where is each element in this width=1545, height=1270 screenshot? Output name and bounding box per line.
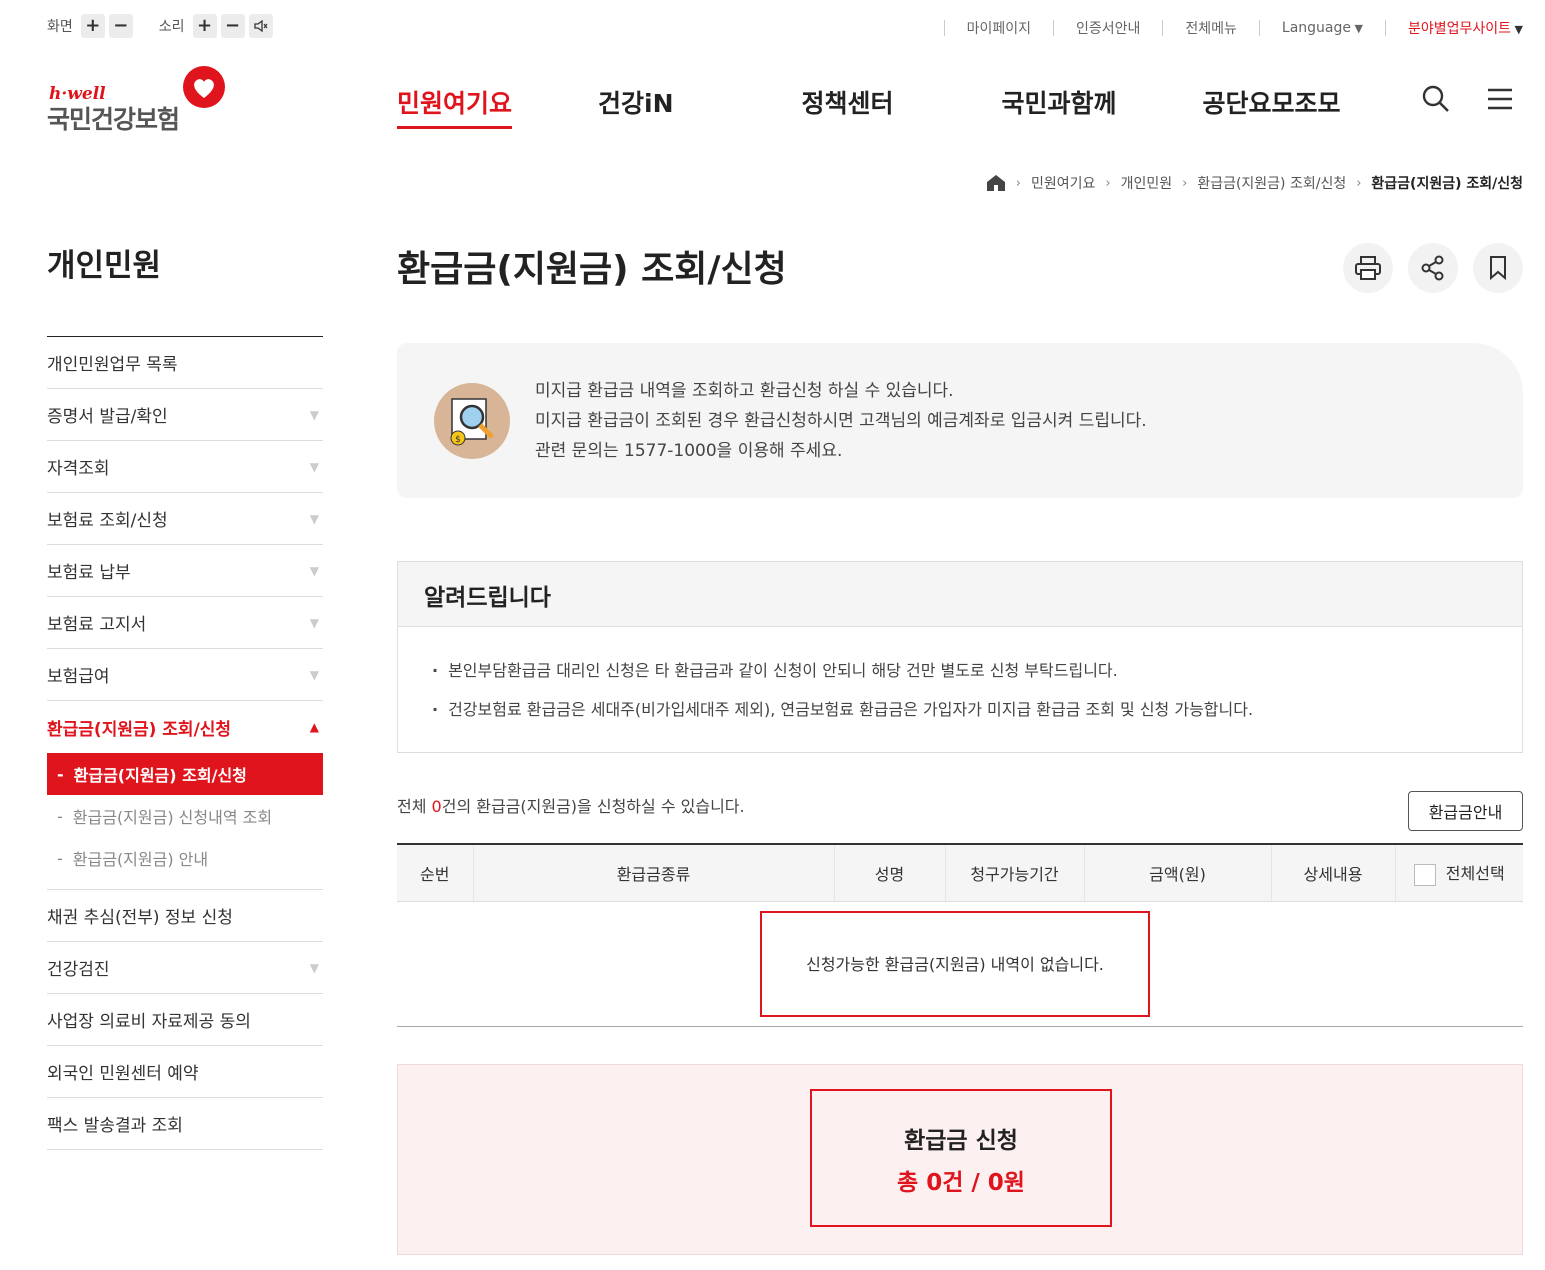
main-nav: 민원여기요 건강iN 정책센터 국민과함께 공단요모조모	[397, 84, 1341, 129]
apply-title: 환급금 신청	[904, 1128, 1018, 1154]
chevron-up-icon: ▲	[309, 720, 319, 734]
home-icon[interactable]	[986, 174, 1006, 192]
mypage-link[interactable]: 마이페이지	[967, 18, 1031, 38]
chevron-down-icon: ▼	[309, 459, 319, 474]
hamburger-menu-icon[interactable]	[1485, 84, 1515, 114]
chevron-down-icon: ▼	[309, 511, 319, 526]
all-menu-link[interactable]: 전체메뉴	[1185, 18, 1237, 38]
intro-line: 관련 문의는 1577-1000을 이용해 주세요.	[535, 441, 843, 461]
sidebar-item-list[interactable]: 개인민원업무 목록	[47, 337, 323, 389]
notice-box: 알려드립니다 본인부담환급금 대리인 신청은 타 환급금과 같이 신청이 안되니…	[397, 561, 1523, 753]
select-all-header: 전체선택	[1394, 843, 1523, 902]
breadcrumb-current: 환급금(지원금) 조회/신청	[1371, 176, 1523, 192]
chevron-down-icon: ▼	[309, 667, 319, 682]
sidebar-item-premium-payment[interactable]: 보험료 납부 ▼	[47, 545, 323, 597]
refund-count-text: 전체 0건의 환급금(지원금)을 신청하실 수 있습니다.	[397, 797, 745, 816]
sidebar: 개인민원 개인민원업무 목록 증명서 발급/확인 ▼ 자격조회 ▼ 보험료 조회/신…	[47, 240, 323, 1150]
select-all-checkbox[interactable]	[1413, 863, 1436, 886]
breadcrumb-item[interactable]: 환급금(지원금) 조회/신청	[1197, 173, 1346, 193]
screen-zoom-label: 화면	[47, 19, 73, 35]
print-button[interactable]	[1343, 243, 1393, 293]
sidebar-item-debt-collection[interactable]: 채권 추심(전부) 정보 신청	[47, 890, 323, 942]
apply-summary-box: 환급금 신청 총 0건 / 0원	[397, 1064, 1523, 1255]
sidebar-sub-refund-history[interactable]: - 환급금(지원금) 신청내역 조회	[47, 795, 323, 837]
sidebar-item-foreigner-reservation[interactable]: 외국인 민원센터 예약	[47, 1046, 323, 1098]
sidebar-item-certificates[interactable]: 증명서 발급/확인 ▼	[47, 389, 323, 441]
chevron-down-icon: ▼	[309, 563, 319, 578]
notice-title: 알려드립니다	[398, 562, 1522, 627]
chevron-right-icon: ›	[1105, 175, 1111, 191]
sound-group: 소리 + −	[159, 14, 277, 38]
apply-total: 총 0건 / 0원	[897, 1170, 1025, 1196]
screen-zoom-in-button[interactable]: +	[80, 14, 105, 38]
bookmark-icon	[1490, 256, 1506, 281]
print-icon	[1355, 256, 1381, 280]
intro-box: $ 미지급 환급금 내역을 조회하고 환급신청 하실 수 있습니다. 미지급 환…	[397, 343, 1523, 498]
screen-zoom-out-button[interactable]: −	[108, 14, 133, 38]
volume-up-button[interactable]: +	[192, 14, 217, 38]
chevron-right-icon: ›	[1356, 175, 1362, 191]
empty-row: 신청가능한 환급금(지원금) 내역이 없습니다.	[397, 901, 1523, 1027]
utility-bar: 화면 + − 소리 + − 마이페이지 인증서안내 전체메뉴 Language …	[47, 14, 1523, 44]
intro-line: 미지급 환급금이 조회된 경우 환급신청하시면 고객님의 예금계좌로 입금시켜 …	[535, 411, 1147, 431]
sidebar-item-fax-result[interactable]: 팩스 발송결과 조회	[47, 1098, 323, 1150]
breadcrumb-item[interactable]: 민원여기요	[1031, 173, 1095, 193]
sidebar-title: 개인민원	[47, 240, 323, 337]
nav-item-nhis-info[interactable]: 공단요모조모	[1203, 84, 1341, 129]
sidebar-item-eligibility[interactable]: 자격조회 ▼	[47, 441, 323, 493]
sidebar-item-benefits[interactable]: 보험급여 ▼	[47, 649, 323, 701]
chevron-right-icon: ›	[1182, 175, 1188, 191]
nav-item-health-in[interactable]: 건강iN	[598, 84, 674, 129]
chevron-down-icon: ▼	[309, 960, 319, 975]
chevron-right-icon: ›	[1015, 175, 1021, 191]
column-header: 금액(원)	[1083, 843, 1271, 902]
column-header: 환급금종류	[472, 843, 834, 902]
apply-button[interactable]: 환급금 신청 총 0건 / 0원	[810, 1089, 1112, 1227]
nav-item-policy-center[interactable]: 정책센터	[802, 84, 894, 129]
sidebar-sub-refund-guide[interactable]: - 환급금(지원금) 안내	[47, 837, 323, 879]
breadcrumb: › 민원여기요 › 개인민원 › 환급금(지원금) 조회/신청 › 환급금(지원…	[986, 173, 1523, 193]
refund-count: 0	[431, 797, 442, 816]
sidebar-item-medical-data-consent[interactable]: 사업장 의료비 자료제공 동의	[47, 994, 323, 1046]
volume-down-button[interactable]: −	[220, 14, 245, 38]
empty-message: 신청가능한 환급금(지원금) 내역이 없습니다.	[760, 910, 1150, 1017]
search-icon[interactable]	[1421, 84, 1451, 114]
column-header: 순번	[397, 843, 473, 902]
heart-logo-icon	[183, 66, 225, 108]
language-dropdown[interactable]: Language	[1282, 20, 1363, 36]
logo-name-text: 국민건강보험	[47, 105, 180, 134]
chevron-down-icon: ▼	[309, 615, 319, 630]
svg-text:$: $	[455, 435, 461, 445]
refund-search-icon: $	[434, 383, 510, 459]
sidebar-item-refund[interactable]: 환급금(지원금) 조회/신청 ▲	[47, 701, 323, 753]
nav-item-minwon[interactable]: 민원여기요	[397, 84, 513, 129]
refund-guide-button[interactable]: 환급금안내	[1408, 791, 1523, 831]
nhis-logo[interactable]: h·well 국민건강보험	[47, 66, 237, 134]
intro-line: 미지급 환급금 내역을 조회하고 환급신청 하실 수 있습니다.	[535, 381, 954, 401]
main-content: 환급금(지원금) 조회/신청 $ 미지급 환급금 내역을 조회하고 환급신청 하…	[397, 240, 1523, 1255]
chevron-down-icon: ▼	[309, 407, 319, 422]
speaker-icon[interactable]	[248, 14, 273, 38]
breadcrumb-item[interactable]: 개인민원	[1121, 173, 1173, 193]
sidebar-item-checkup[interactable]: 건강검진 ▼	[47, 942, 323, 994]
notice-item: 건강보험료 환급금은 세대주(비가입세대주 제외), 연금보험료 환급금은 가입…	[432, 696, 1522, 720]
share-icon	[1421, 255, 1444, 281]
bookmark-button[interactable]	[1473, 243, 1523, 293]
notice-item: 본인부담환급금 대리인 신청은 타 환급금과 같이 신청이 안되니 해당 건만 …	[432, 657, 1522, 681]
column-header: 청구가능기간	[944, 843, 1084, 902]
sidebar-item-premium-notice[interactable]: 보험료 고지서 ▼	[47, 597, 323, 649]
sidebar-item-premium-inquiry[interactable]: 보험료 조회/신청 ▼	[47, 493, 323, 545]
certificate-guide-link[interactable]: 인증서안내	[1076, 18, 1140, 38]
refund-table: 순번 환급금종류 성명 청구가능기간 금액(원) 상세내용 전체선택 신청가능한…	[397, 843, 1523, 1027]
column-header: 성명	[833, 843, 945, 902]
column-header: 상세내용	[1270, 843, 1395, 902]
share-button[interactable]	[1408, 243, 1458, 293]
field-sites-dropdown[interactable]: 분야별업무사이트	[1408, 18, 1523, 38]
sound-label: 소리	[158, 19, 185, 35]
screen-zoom-group: 화면 + −	[47, 14, 137, 38]
sidebar-sub-refund-inquiry[interactable]: - 환급금(지원금) 조회/신청	[47, 753, 323, 795]
nav-item-with-people[interactable]: 국민과함께	[1002, 84, 1117, 129]
